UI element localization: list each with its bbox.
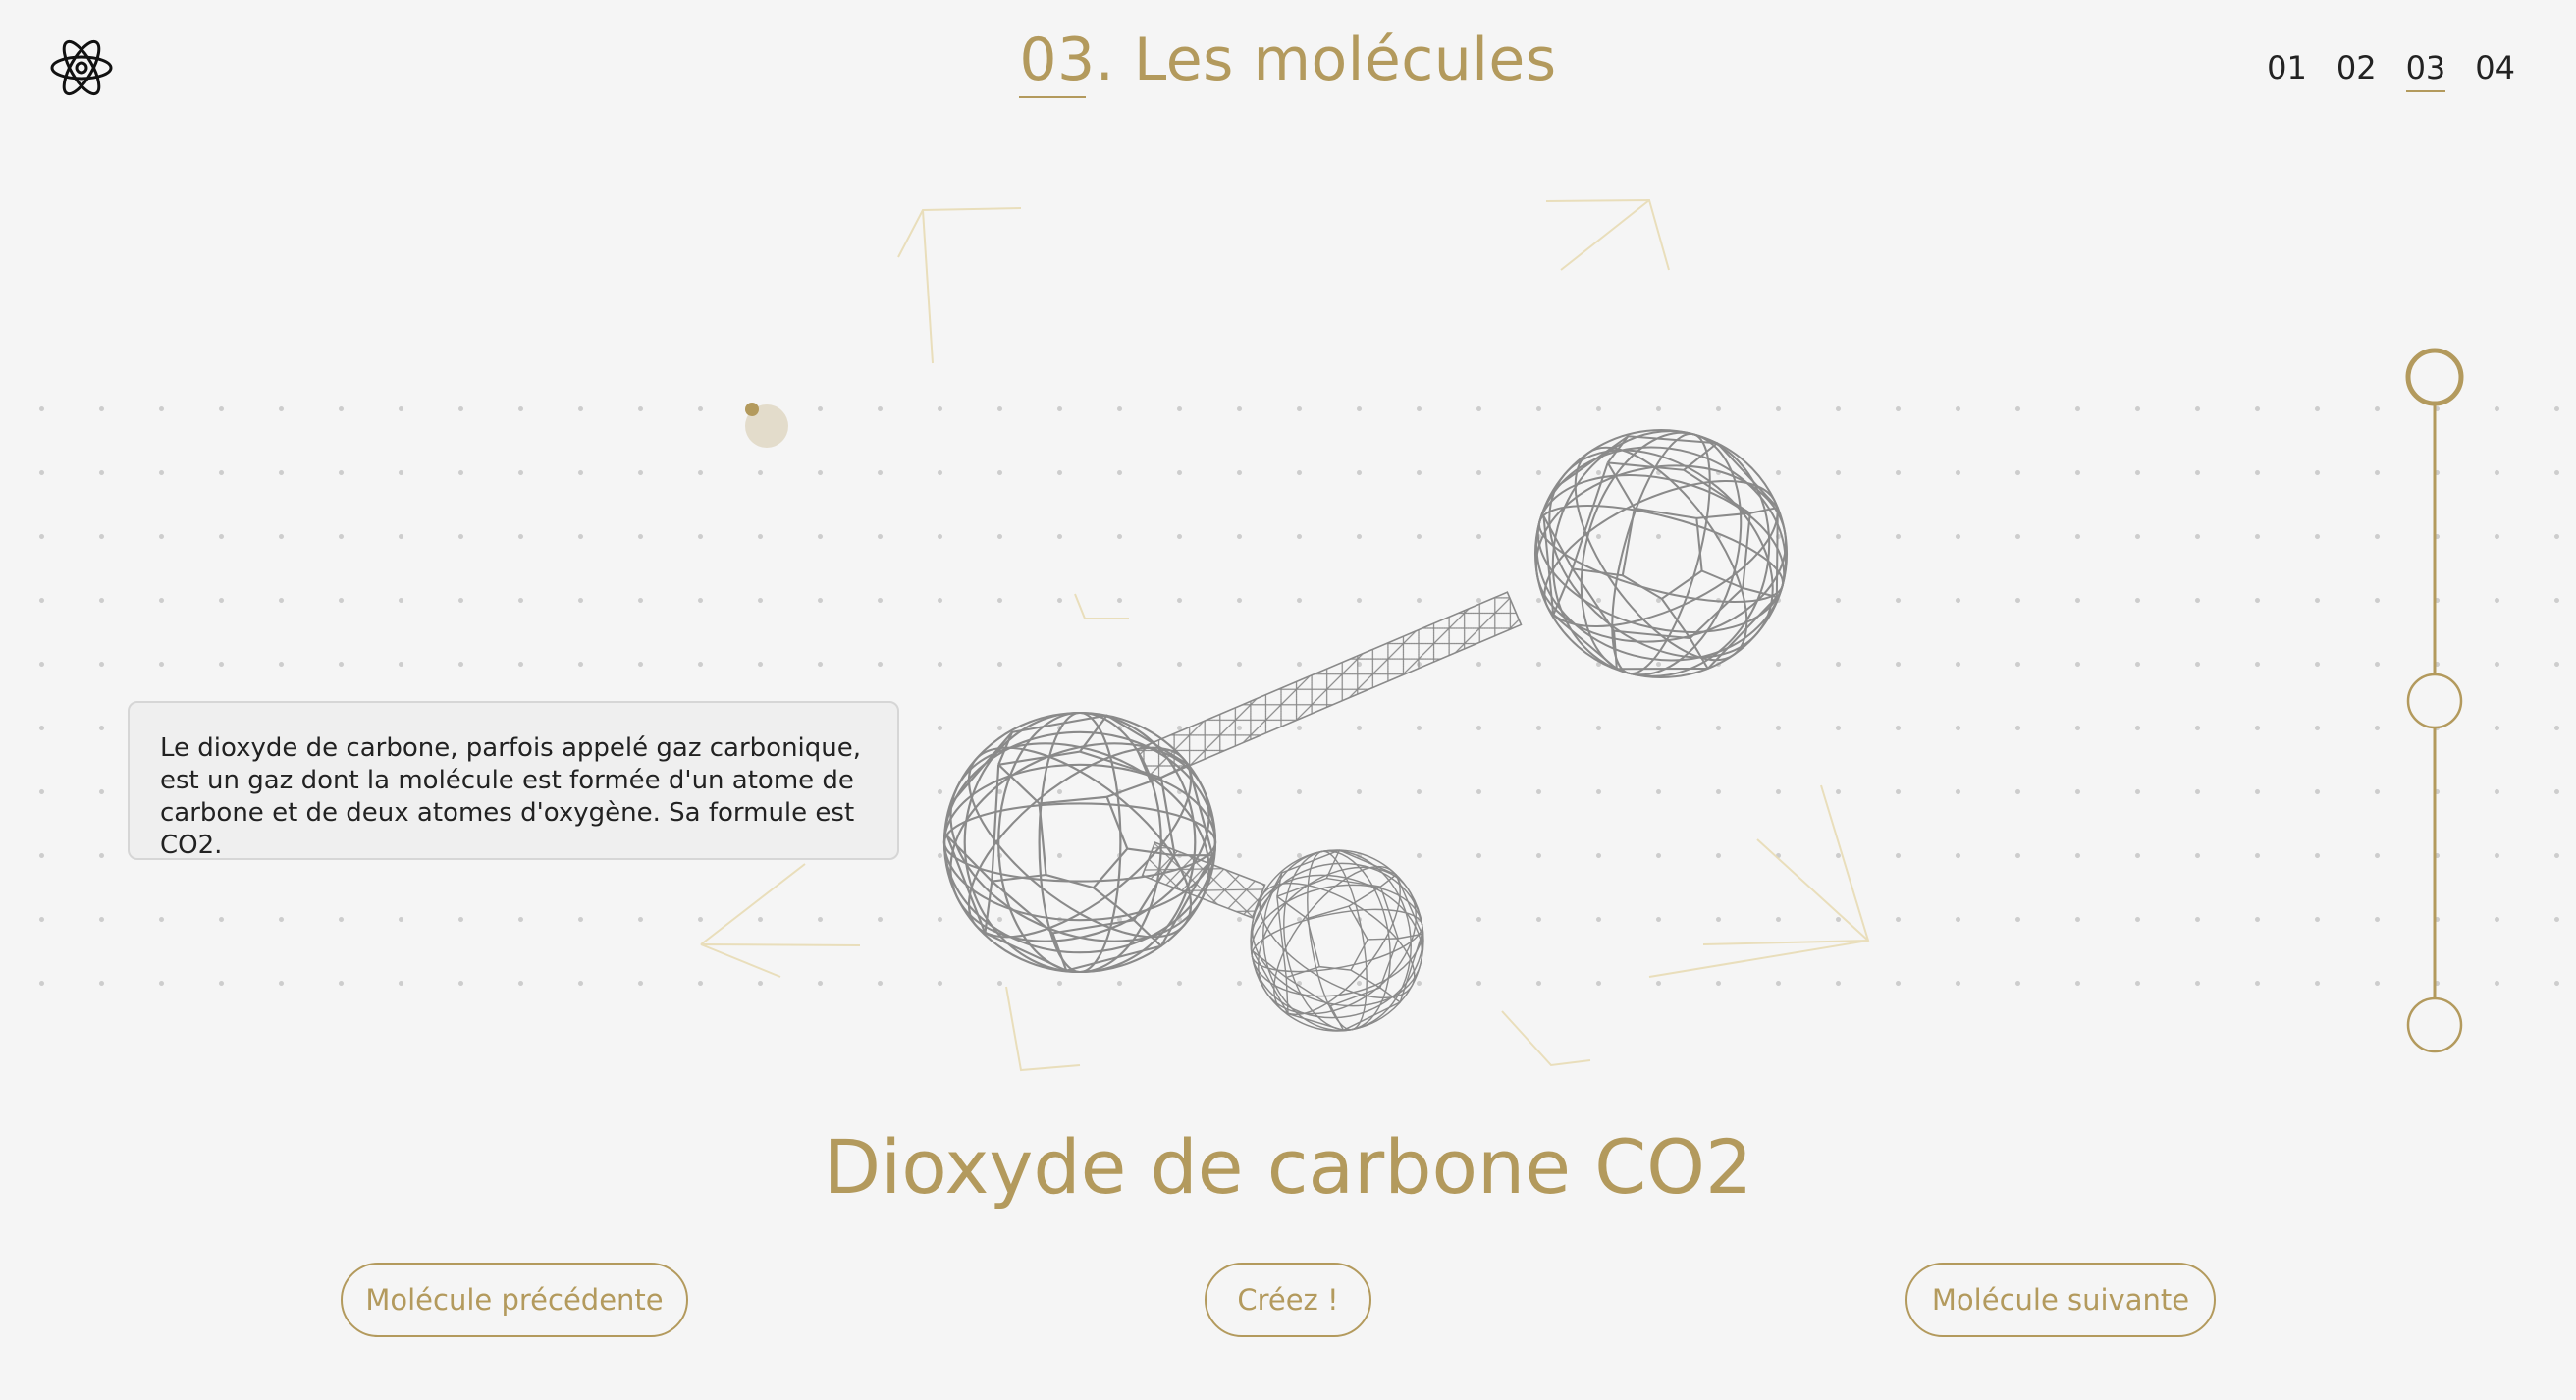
molecule-name: Dioxyde de carbone CO2 <box>823 1123 1753 1211</box>
molecule-slider[interactable] <box>2403 348 2466 1054</box>
slider-step-1[interactable] <box>2405 348 2464 406</box>
page: 03. Les molécules 01 02 03 04 Le dioxyde… <box>0 0 2576 1400</box>
create-button[interactable]: Créez ! <box>1205 1263 1371 1337</box>
slider-step-2[interactable] <box>2406 673 2463 729</box>
previous-molecule-button[interactable]: Molécule précédente <box>341 1263 688 1337</box>
next-molecule-button[interactable]: Molécule suivante <box>1905 1263 2216 1337</box>
molecule-description: Le dioxyde de carbone, parfois appelé ga… <box>128 701 899 860</box>
slider-step-3[interactable] <box>2406 996 2463 1053</box>
co2-molecule-model[interactable] <box>687 187 1905 1090</box>
